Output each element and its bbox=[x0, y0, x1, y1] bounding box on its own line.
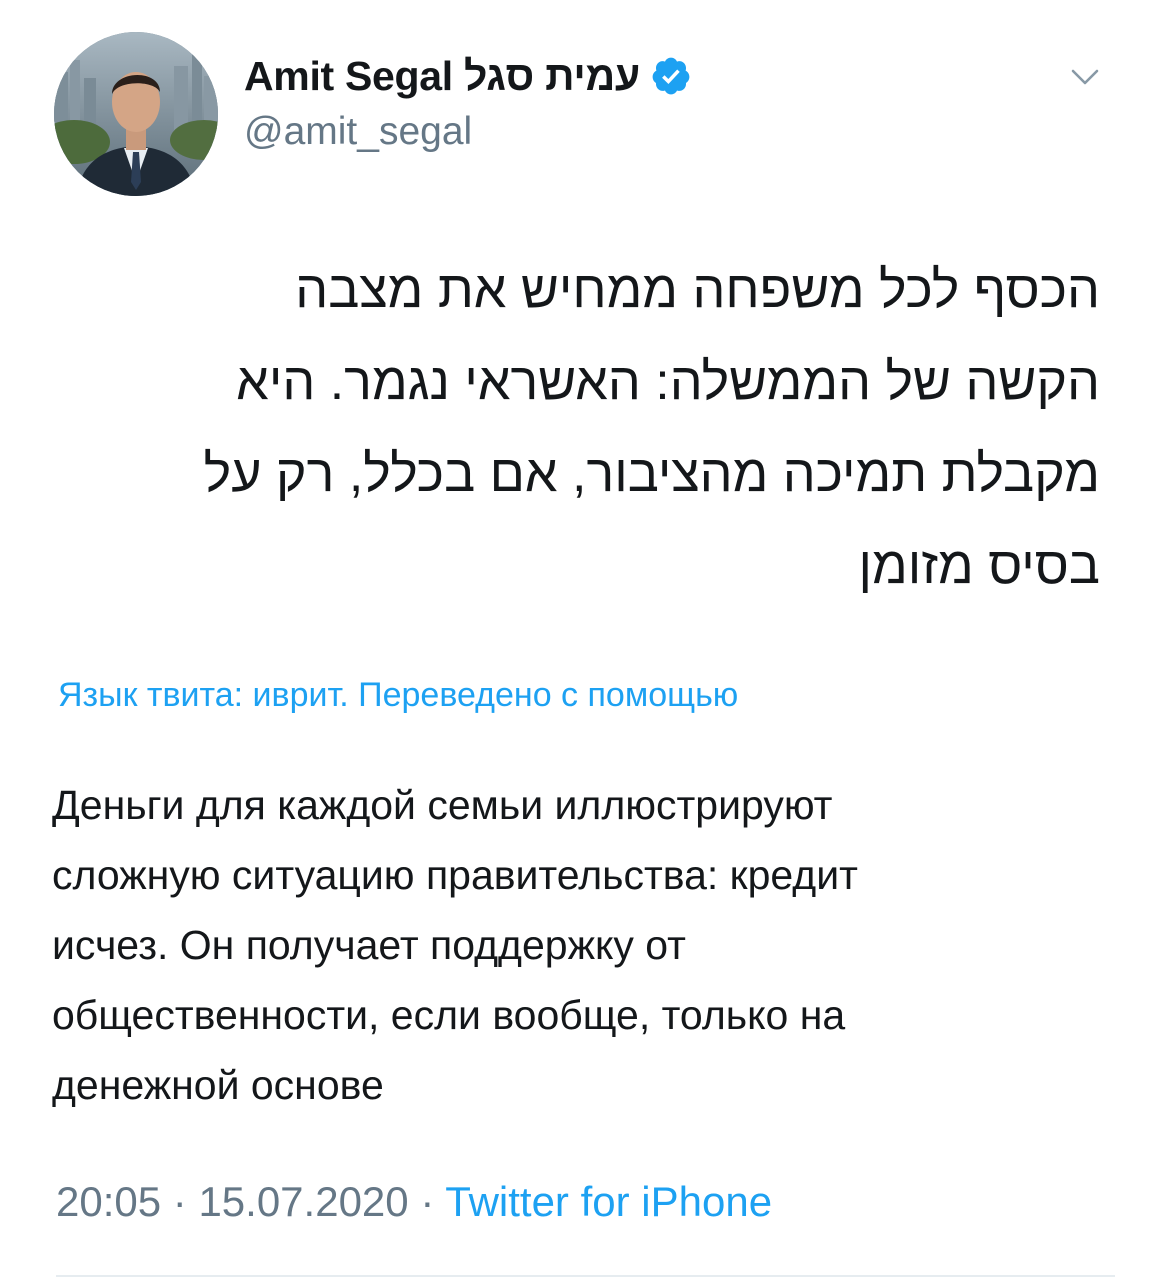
chevron-down-icon[interactable] bbox=[1063, 58, 1107, 94]
author-name[interactable]: Amit Segal עמית סגל bbox=[244, 53, 640, 100]
tweet-text-line: הקשה של הממשלה: האשראי נגמר. היא bbox=[236, 353, 1100, 411]
author-name-row[interactable]: Amit Segal עמית סגל bbox=[244, 50, 692, 102]
tweet-text-line: בסיס מזומן bbox=[858, 537, 1101, 595]
translated-text: Деньги для каждой семьи иллюстрируют сло… bbox=[52, 770, 1102, 1120]
verified-badge-icon bbox=[650, 55, 692, 97]
translate-tweet-link[interactable]: Язык твита: иврит. Переведено с помощью bbox=[58, 676, 908, 715]
divider bbox=[56, 1275, 1115, 1277]
meta-separator: · bbox=[408, 1178, 446, 1225]
avatar[interactable] bbox=[54, 32, 218, 196]
tweet-date[interactable]: 15.07.2020 bbox=[198, 1178, 408, 1225]
tweet-text-line: הכסף לכל משפחה ממחיש את מצבה bbox=[295, 261, 1100, 319]
tweet-source-link[interactable]: Twitter for iPhone bbox=[445, 1178, 772, 1225]
tweet-time[interactable]: 20:05 bbox=[56, 1178, 161, 1225]
translated-text-line: Деньги для каждой семьи иллюстрируют bbox=[52, 782, 833, 828]
tweet-text-line: מקבלת תמיכה מהציבור, אם בכלל, רק על bbox=[203, 445, 1100, 503]
translated-text-line: исчез. Он получает поддержку от bbox=[52, 922, 686, 968]
meta-separator: · bbox=[161, 1178, 199, 1225]
tweet-meta: 20:05 · 15.07.2020 · Twitter for iPhone bbox=[56, 1178, 772, 1226]
translated-text-line: сложную ситуацию правительства: кредит bbox=[52, 852, 858, 898]
author-handle[interactable]: @amit_segal bbox=[244, 110, 472, 154]
translated-text-line: денежной основе bbox=[52, 1062, 384, 1108]
profile-photo bbox=[54, 32, 218, 196]
tweet: Amit Segal עמית סגל @amit_segal הכסף לכל… bbox=[0, 0, 1155, 1280]
translated-text-line: общественности, если вообще, только на bbox=[52, 992, 846, 1038]
tweet-text: הכסף לכל משפחה ממחיש את מצבה הקשה של הממ… bbox=[40, 244, 1100, 612]
